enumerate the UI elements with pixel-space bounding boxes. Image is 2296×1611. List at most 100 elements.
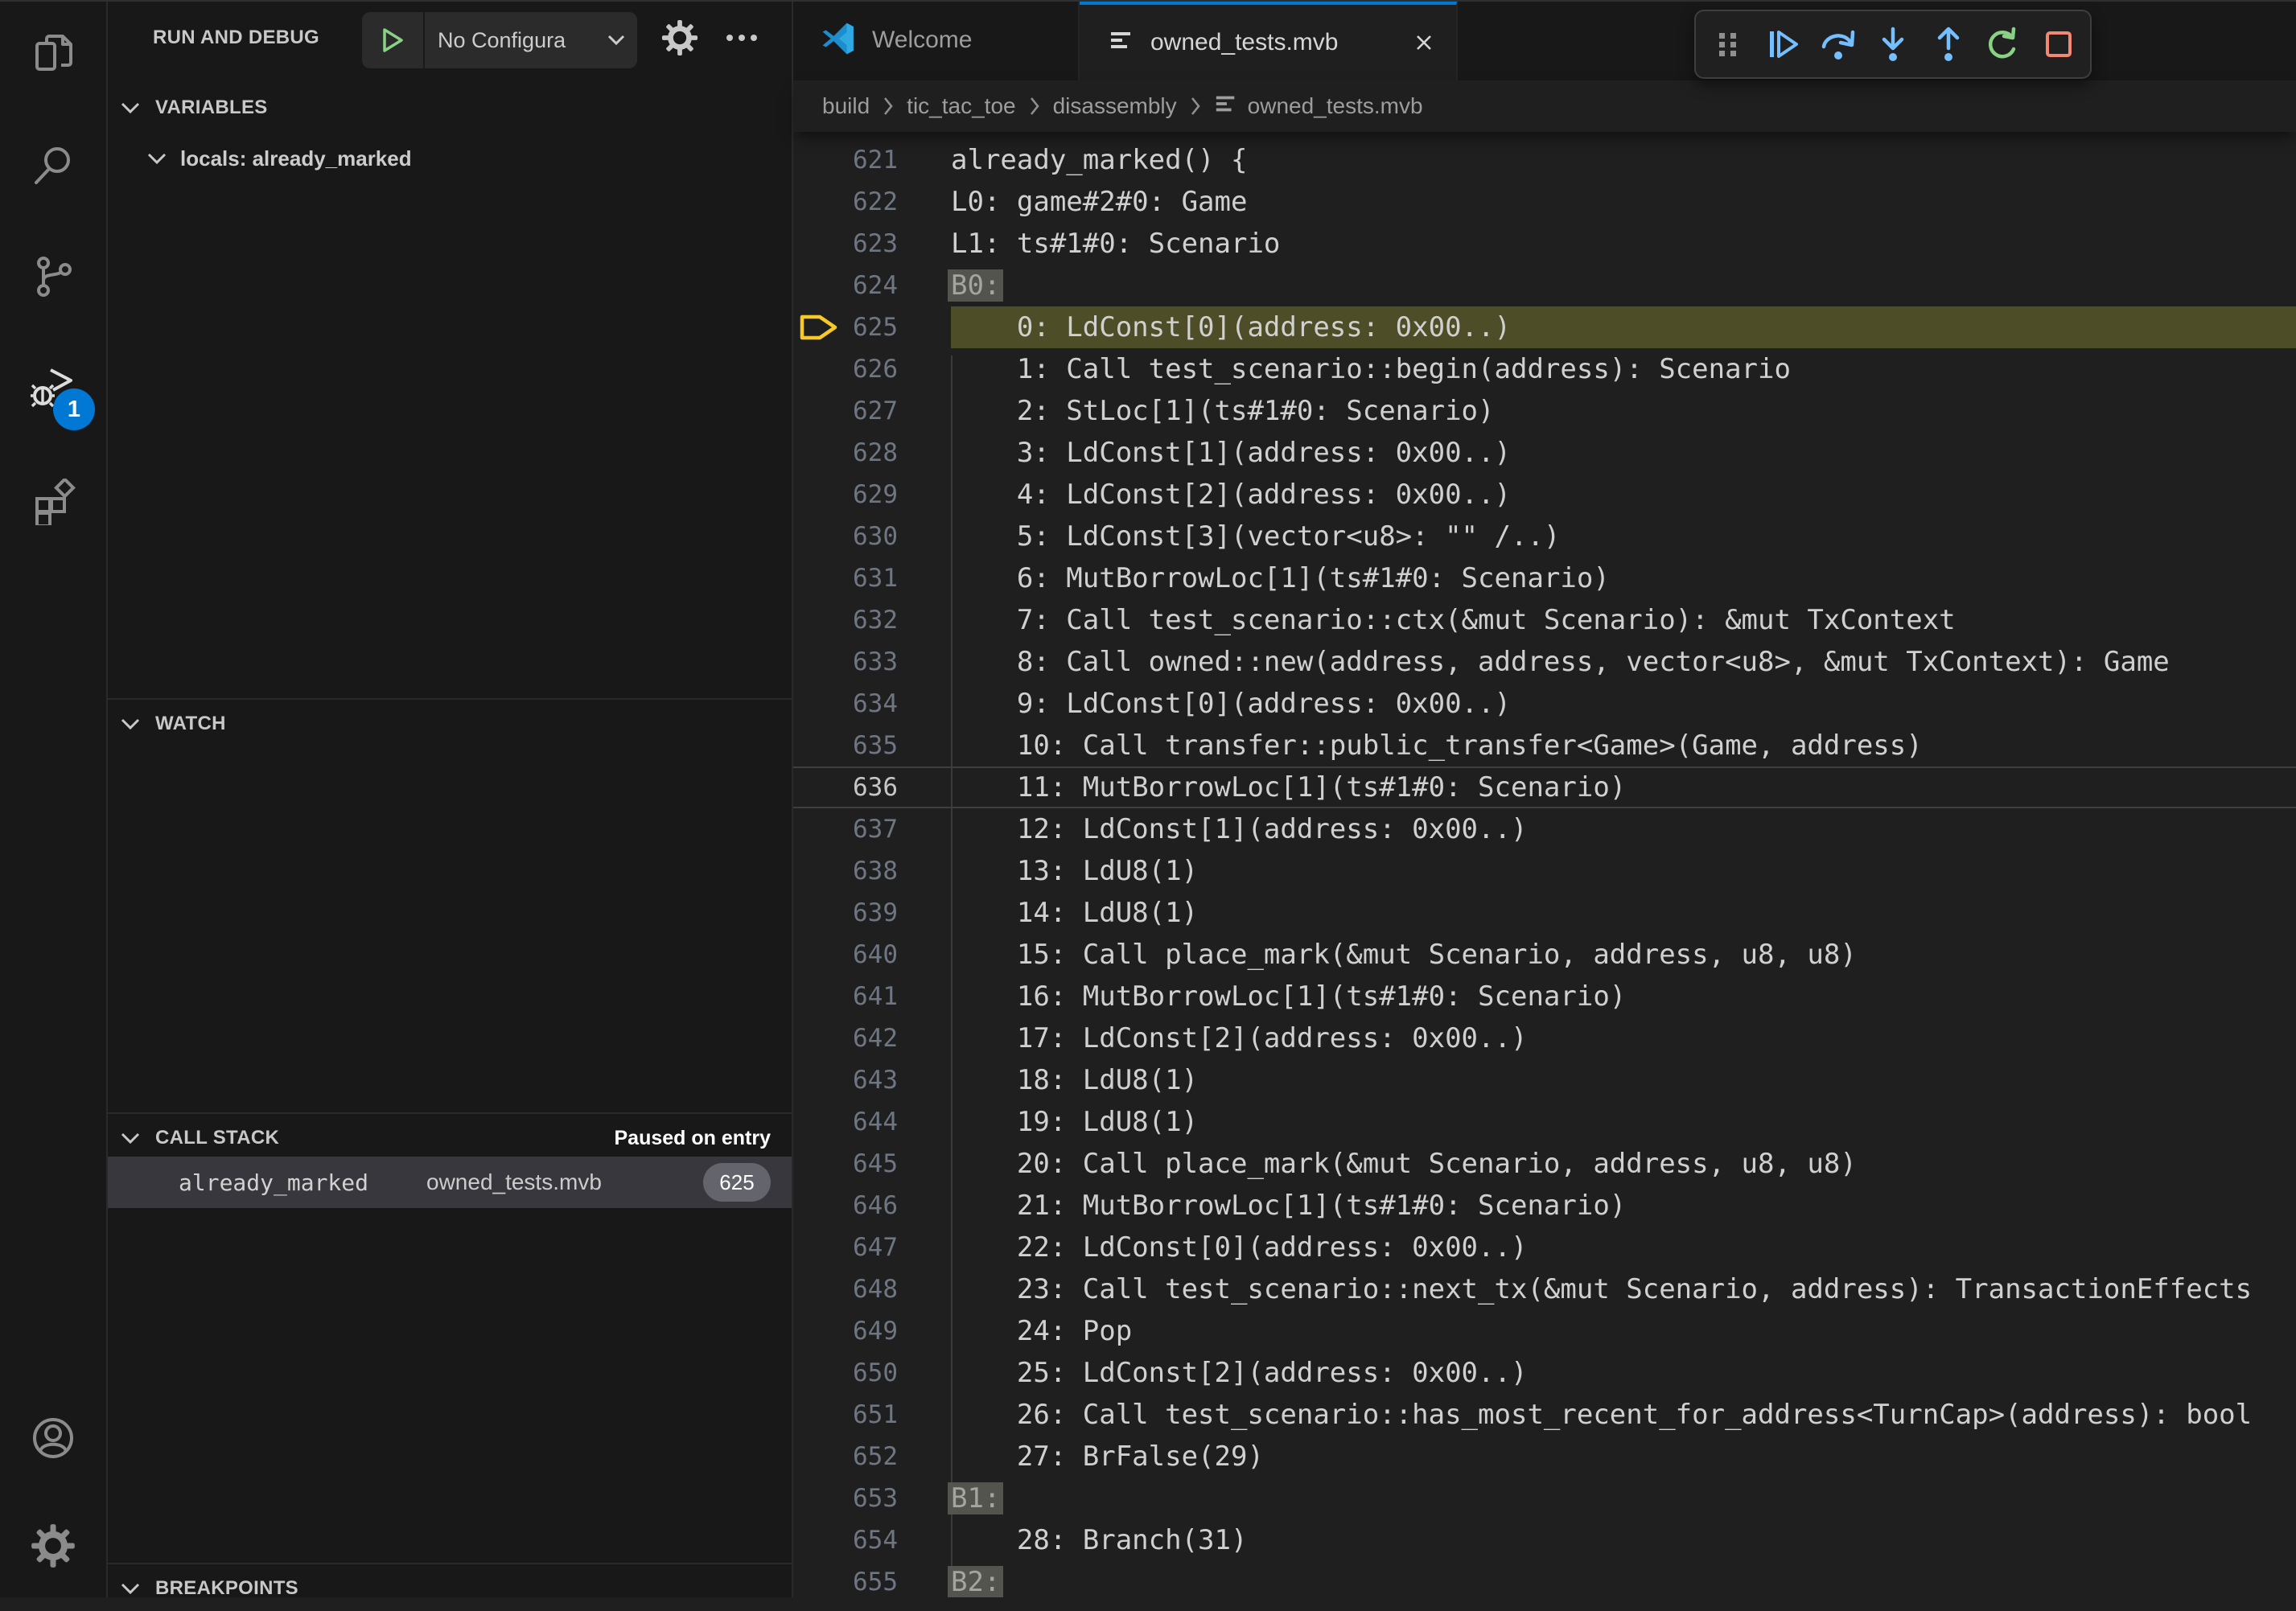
line-number[interactable]: 636	[793, 768, 898, 807]
line-number[interactable]: 645	[793, 1143, 898, 1185]
line-number[interactable]: 630	[793, 516, 898, 557]
code-line[interactable]: 641 16: MutBorrowLoc[1](ts#1#0: Scenario…	[793, 976, 2296, 1017]
sidebar-item-source-control[interactable]	[0, 233, 106, 323]
code-line[interactable]: 626 1: Call test_scenario::begin(address…	[793, 348, 2296, 390]
close-icon[interactable]	[1413, 31, 1435, 54]
line-number[interactable]: 629	[793, 474, 898, 516]
breadcrumb-item[interactable]: build	[822, 93, 870, 119]
start-debug-button[interactable]	[362, 12, 425, 68]
code-line[interactable]: 623L1: ts#1#0: Scenario	[793, 223, 2296, 265]
line-number[interactable]: 637	[793, 808, 898, 850]
continue-button[interactable]	[1759, 21, 1806, 68]
line-number[interactable]: 643	[793, 1059, 898, 1101]
variables-scope-locals[interactable]: locals: already_marked	[108, 134, 792, 183]
code-line[interactable]: 648 23: Call test_scenario::next_tx(&mut…	[793, 1268, 2296, 1310]
line-number[interactable]: 623	[793, 223, 898, 265]
line-number[interactable]: 649	[793, 1310, 898, 1352]
line-number[interactable]: 652	[793, 1436, 898, 1477]
section-header-breakpoints[interactable]: BREAKPOINTS	[108, 1566, 792, 1611]
line-number[interactable]: 644	[793, 1101, 898, 1143]
breadcrumb-file[interactable]: owned_tests.mvb	[1214, 92, 1423, 121]
code-line[interactable]: 636 11: MutBorrowLoc[1](ts#1#0: Scenario…	[793, 766, 2296, 808]
line-number[interactable]: 628	[793, 432, 898, 474]
debug-configuration-dropdown[interactable]: No Configura	[362, 12, 637, 68]
breadcrumb-item[interactable]: disassembly	[1053, 93, 1177, 119]
line-number[interactable]: 639	[793, 892, 898, 934]
account-button[interactable]	[0, 1395, 106, 1485]
sidebar-item-extensions[interactable]	[0, 458, 106, 549]
more-actions-icon[interactable]	[724, 29, 759, 51]
debug-settings-gear-icon[interactable]	[661, 19, 698, 60]
code-line[interactable]: 655B2:	[793, 1561, 2296, 1597]
code-line[interactable]: 622L0: game#2#0: Game	[793, 181, 2296, 223]
step-over-button[interactable]	[1815, 21, 1862, 68]
step-into-button[interactable]	[1870, 21, 1916, 68]
line-number[interactable]: 653	[793, 1477, 898, 1519]
line-number[interactable]: 646	[793, 1185, 898, 1227]
line-number[interactable]: 622	[793, 181, 898, 223]
line-number[interactable]: 654	[793, 1519, 898, 1561]
code-line[interactable]: 631 6: MutBorrowLoc[1](ts#1#0: Scenario)	[793, 557, 2296, 599]
code-line[interactable]: 633 8: Call owned::new(address, address,…	[793, 641, 2296, 683]
code-line[interactable]: 642 17: LdConst[2](address: 0x00..)	[793, 1017, 2296, 1059]
section-header-variables[interactable]: VARIABLES	[108, 85, 792, 130]
sidebar-item-explorer[interactable]	[0, 11, 106, 101]
code-line[interactable]: 645 20: Call place_mark(&mut Scenario, a…	[793, 1143, 2296, 1185]
restart-button[interactable]	[1980, 21, 2026, 68]
tab-owned-tests[interactable]: owned_tests.mvb	[1080, 0, 1458, 80]
code-line[interactable]: 649 24: Pop	[793, 1310, 2296, 1352]
code-line[interactable]: 652 27: BrFalse(29)	[793, 1436, 2296, 1477]
step-out-button[interactable]	[1925, 21, 1972, 68]
code-line[interactable]: 624B0:	[793, 265, 2296, 306]
line-number[interactable]: 638	[793, 850, 898, 892]
code-line[interactable]: 635 10: Call transfer::public_transfer<G…	[793, 725, 2296, 766]
code-line[interactable]: 637 12: LdConst[1](address: 0x00..)	[793, 808, 2296, 850]
code-line[interactable]: 629 4: LdConst[2](address: 0x00..)	[793, 474, 2296, 516]
line-number[interactable]: 651	[793, 1394, 898, 1436]
sidebar-item-search[interactable]	[0, 122, 106, 212]
call-stack-frame[interactable]: already_marked owned_tests.mvb 625	[108, 1157, 792, 1208]
code-line[interactable]: 621already_marked() {	[793, 139, 2296, 181]
section-header-watch[interactable]: WATCH	[108, 701, 792, 746]
line-number[interactable]: 650	[793, 1352, 898, 1394]
section-header-call-stack[interactable]: CALL STACK Paused on entry	[108, 1116, 792, 1161]
line-number[interactable]: 648	[793, 1268, 898, 1310]
code-line[interactable]: 627 2: StLoc[1](ts#1#0: Scenario)	[793, 390, 2296, 432]
code-line[interactable]: 628 3: LdConst[1](address: 0x00..)	[793, 432, 2296, 474]
line-number[interactable]: 631	[793, 557, 898, 599]
tab-welcome[interactable]: Welcome	[793, 0, 1080, 80]
code-line[interactable]: 643 18: LdU8(1)	[793, 1059, 2296, 1101]
code-line[interactable]: 630 5: LdConst[3](vector<u8>: "" /..)	[793, 516, 2296, 557]
code-line[interactable]: 647 22: LdConst[0](address: 0x00..)	[793, 1227, 2296, 1268]
code-line[interactable]: 625 0: LdConst[0](address: 0x00..)	[793, 306, 2296, 348]
line-number[interactable]: 633	[793, 641, 898, 683]
code-line[interactable]: 646 21: MutBorrowLoc[1](ts#1#0: Scenario…	[793, 1185, 2296, 1227]
code-line[interactable]: 634 9: LdConst[0](address: 0x00..)	[793, 683, 2296, 725]
line-number[interactable]: 627	[793, 390, 898, 432]
settings-button[interactable]	[0, 1502, 106, 1593]
code-line[interactable]: 639 14: LdU8(1)	[793, 892, 2296, 934]
code-line[interactable]: 644 19: LdU8(1)	[793, 1101, 2296, 1143]
line-number[interactable]: 626	[793, 348, 898, 390]
line-number[interactable]: 655	[793, 1561, 898, 1597]
code-line[interactable]: 654 28: Branch(31)	[793, 1519, 2296, 1561]
stop-button[interactable]	[2035, 21, 2082, 68]
line-number[interactable]: 635	[793, 725, 898, 766]
code-line[interactable]: 640 15: Call place_mark(&mut Scenario, a…	[793, 934, 2296, 976]
line-number[interactable]: 634	[793, 683, 898, 725]
code-line[interactable]: 651 26: Call test_scenario::has_most_rec…	[793, 1394, 2296, 1436]
line-number[interactable]: 632	[793, 599, 898, 641]
line-number[interactable]: 647	[793, 1227, 898, 1268]
sidebar-item-run-and-debug[interactable]: 1	[0, 344, 106, 434]
breadcrumb-item[interactable]: tic_tac_toe	[907, 93, 1015, 119]
code-line[interactable]: 638 13: LdU8(1)	[793, 850, 2296, 892]
code-line[interactable]: 653B1:	[793, 1477, 2296, 1519]
line-number[interactable]: 621	[793, 139, 898, 181]
line-number[interactable]: 624	[793, 265, 898, 306]
code-editor[interactable]: 621already_marked() {622L0: game#2#0: Ga…	[793, 132, 2296, 1597]
toolbar-drag-handle[interactable]	[1705, 21, 1751, 68]
code-line[interactable]: 650 25: LdConst[2](address: 0x00..)	[793, 1352, 2296, 1394]
line-number[interactable]: 640	[793, 934, 898, 976]
line-number[interactable]: 641	[793, 976, 898, 1017]
line-number[interactable]: 642	[793, 1017, 898, 1059]
